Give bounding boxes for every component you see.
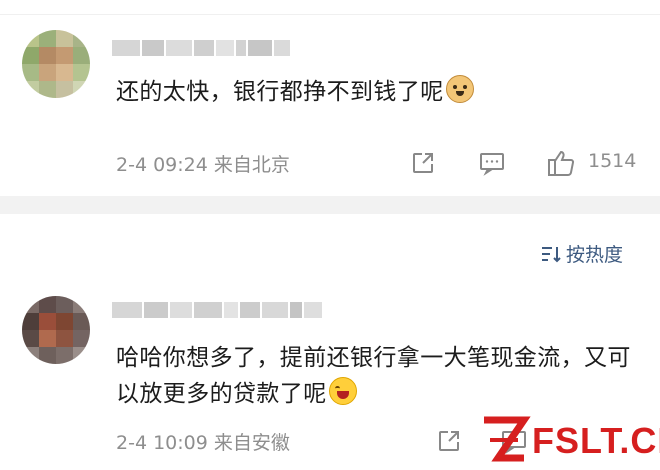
avatar[interactable] <box>22 30 90 98</box>
doge-emoji <box>445 75 474 103</box>
comment-text: 哈哈你想多了，提前还银行拿一大笔现金流，又可以放更多的贷款了呢 <box>116 345 631 407</box>
comment-location: 来自安徽 <box>213 432 290 454</box>
share-icon[interactable] <box>410 150 436 180</box>
comment-text: 还的太快，银行都挣不到钱了呢 <box>116 74 636 110</box>
comment-time: 2-4 09:24 <box>116 154 208 176</box>
sort-button[interactable]: 按热度 <box>540 240 623 267</box>
share-icon[interactable] <box>436 428 462 458</box>
watermark-emblem-icon <box>484 416 531 462</box>
username-blurred[interactable] <box>112 40 290 56</box>
grin-emoji <box>328 377 357 405</box>
comment-time: 2-4 10:09 <box>116 432 208 454</box>
comment-icon[interactable] <box>478 150 506 180</box>
sort-label: 按热度 <box>566 244 624 266</box>
section-divider <box>0 196 660 214</box>
avatar[interactable] <box>22 296 90 364</box>
like-count: 1514 <box>588 150 637 172</box>
watermark-logo: FSLT.CN <box>478 414 660 468</box>
username-blurred[interactable] <box>112 302 322 318</box>
sort-icon <box>540 244 562 264</box>
comment-meta: 2-4 10:09 来自安徽 <box>116 428 290 455</box>
watermark-text: FSLT.CN <box>532 420 660 461</box>
top-strip <box>0 0 660 15</box>
comment-meta: 2-4 09:24 来自北京 <box>116 150 290 177</box>
comment-location: 来自北京 <box>213 154 290 176</box>
thumbs-up-icon[interactable] <box>546 148 578 182</box>
